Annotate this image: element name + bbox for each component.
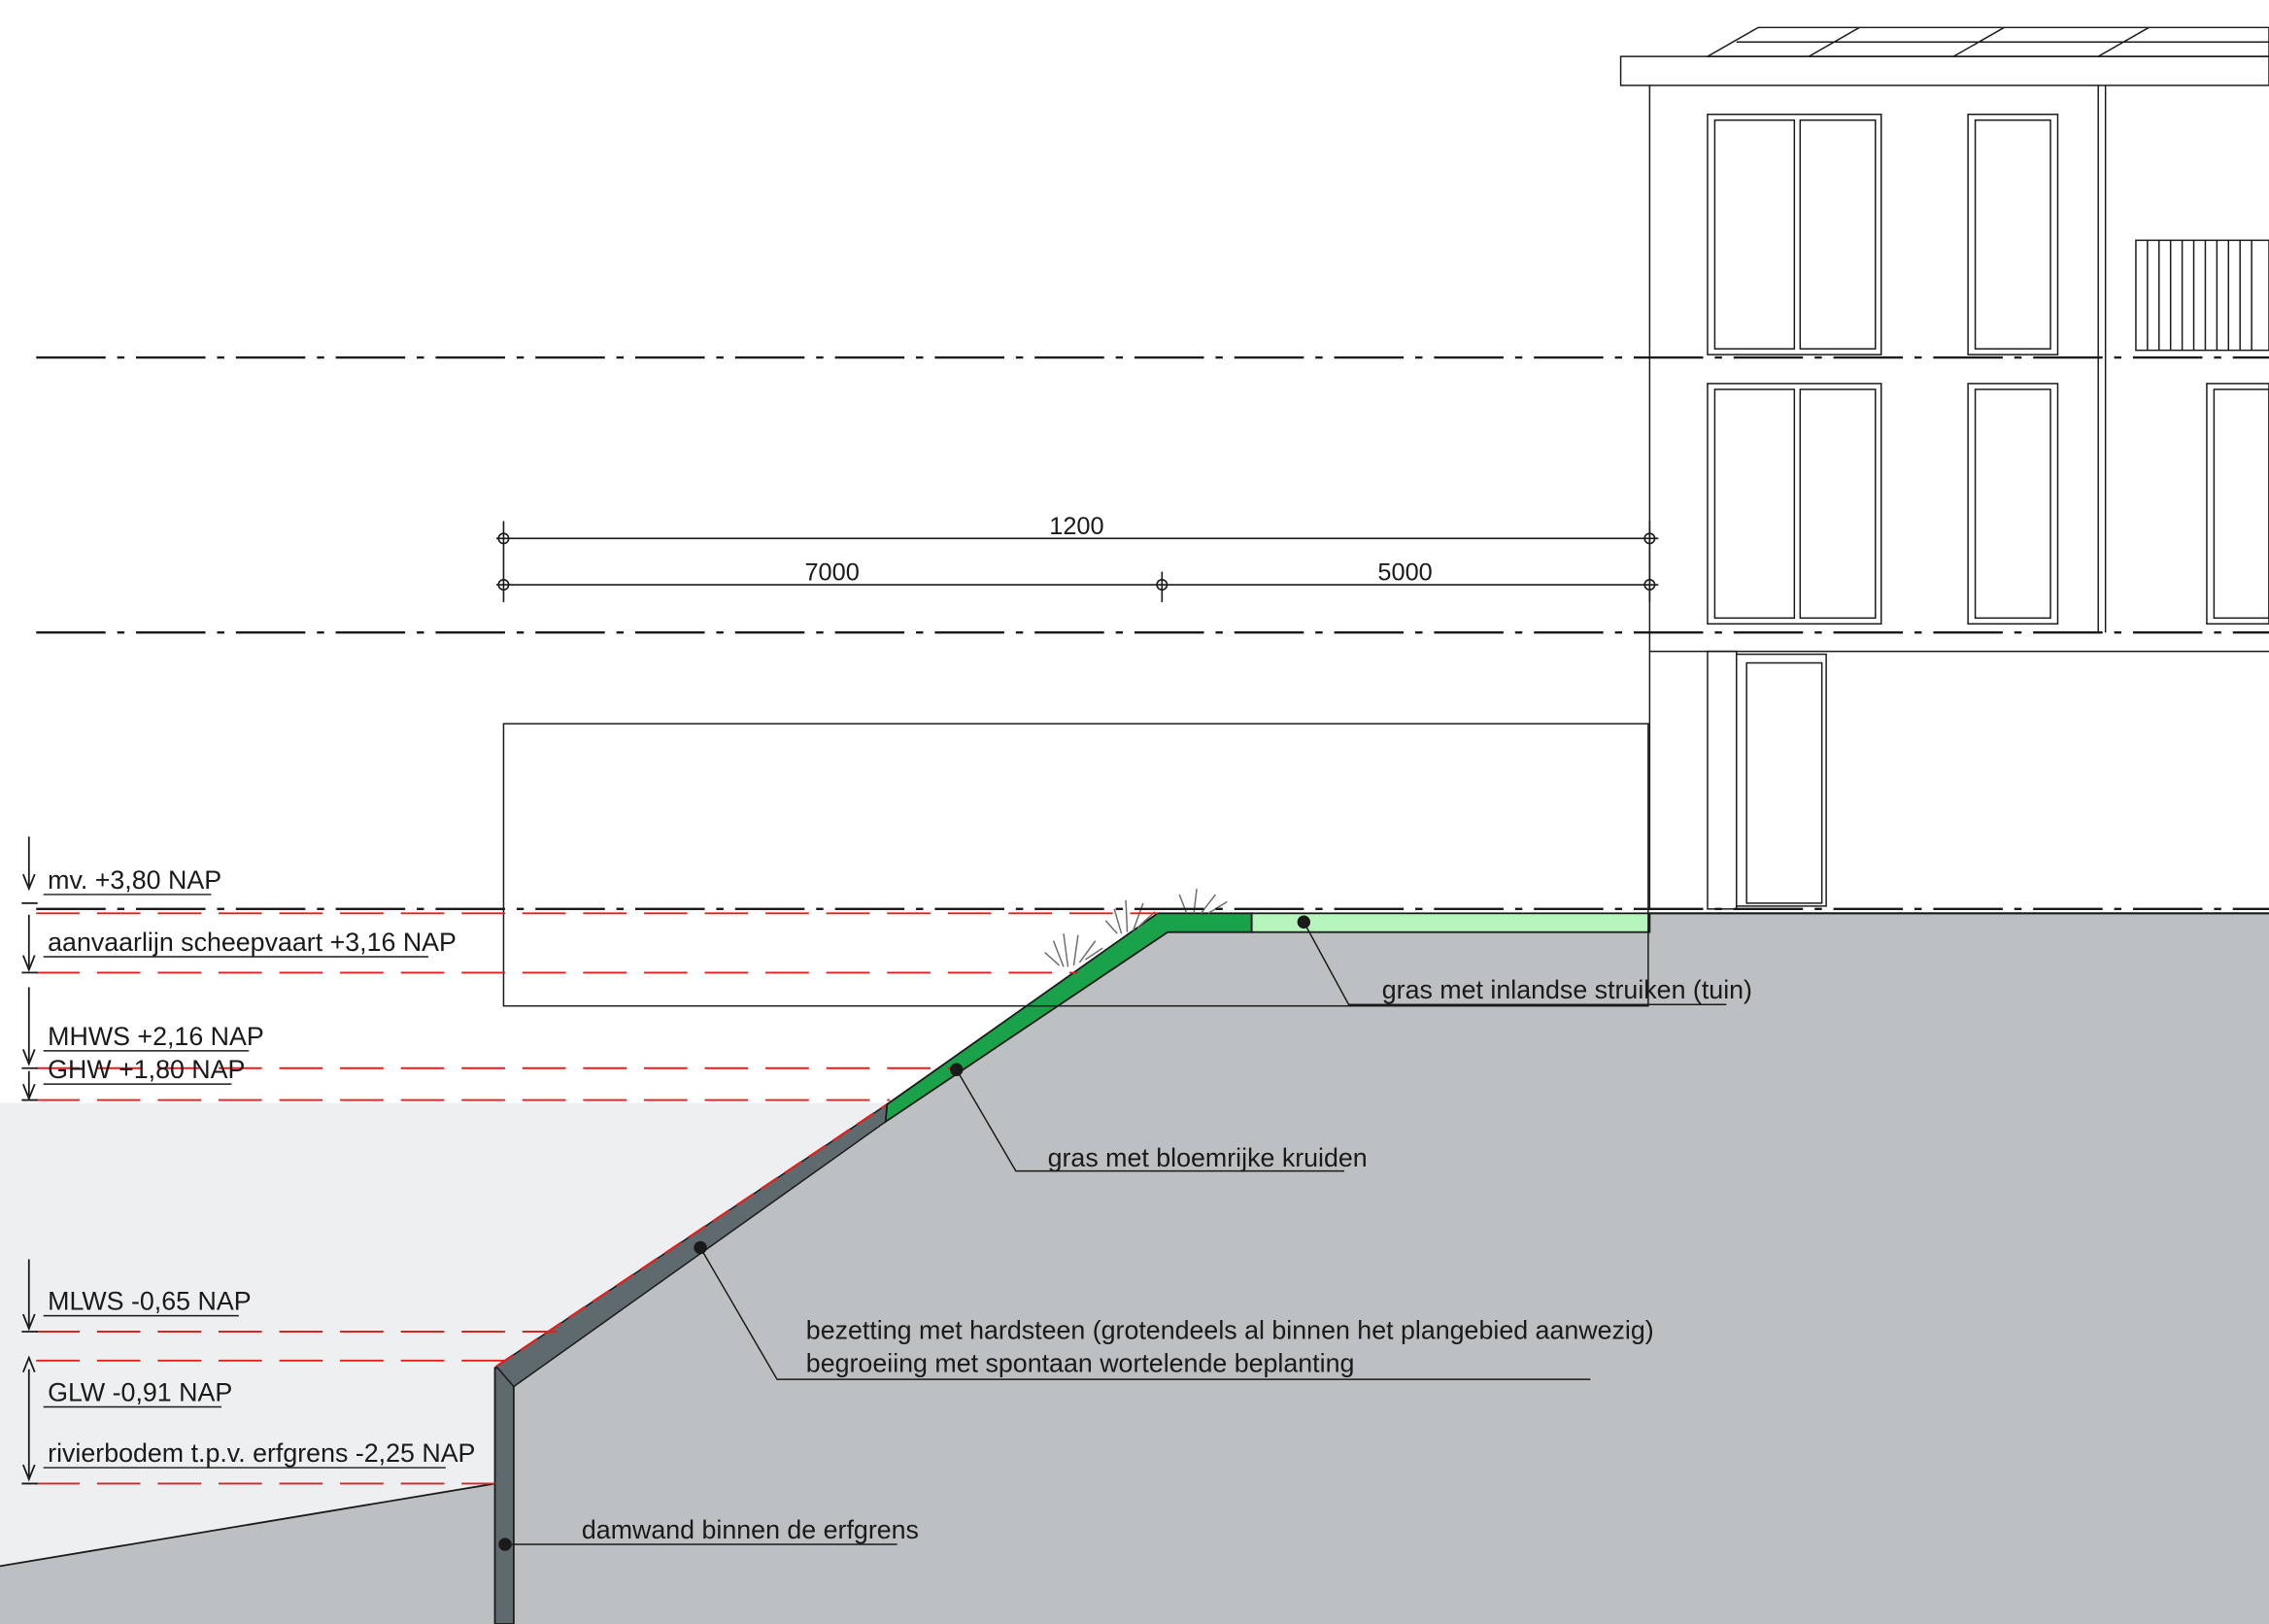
level-mv: mv. +3,80 NAP: [48, 865, 221, 895]
level-aanvaarlijn: aanvaarlijn scheepvaart +3,16 NAP: [48, 928, 457, 957]
sheet-pile-wall: [493, 1367, 515, 1624]
level-rivierbodem: rivierbodem t.p.v. erfgrens -2,25 NAP: [48, 1438, 475, 1468]
level-ghw: GHW +1,80 NAP: [48, 1055, 245, 1084]
callout-hardsteen-2: begroeiing met spontaan wortelende bepla…: [806, 1349, 1355, 1378]
level-mlws: MLWS -0,65 NAP: [48, 1287, 251, 1316]
dim-total: 1200: [1049, 513, 1103, 540]
building-elevation: [1619, 26, 2269, 910]
callout-tuin: gras met inlandse struiken (tuin): [1382, 975, 1752, 1004]
garden-grass-layer: [1250, 912, 1651, 933]
callout-hardsteen-1: bezetting met hardsteen (grotendeels al …: [806, 1315, 1654, 1344]
level-mhws: MHWS +2,16 NAP: [48, 1022, 264, 1051]
callout-kruiden: gras met bloemrijke kruiden: [1048, 1143, 1368, 1172]
level-glw: GLW -0,91 NAP: [48, 1378, 232, 1407]
cross-section-drawing: mv. +3,80 NAP aanvaarlijn scheepvaart +3…: [0, 26, 2269, 1624]
dim-left: 7000: [804, 559, 859, 587]
reference-lines: [36, 355, 2269, 911]
dim-right: 5000: [1377, 559, 1432, 587]
callout-damwand: damwand binnen de erfgrens: [582, 1515, 919, 1544]
